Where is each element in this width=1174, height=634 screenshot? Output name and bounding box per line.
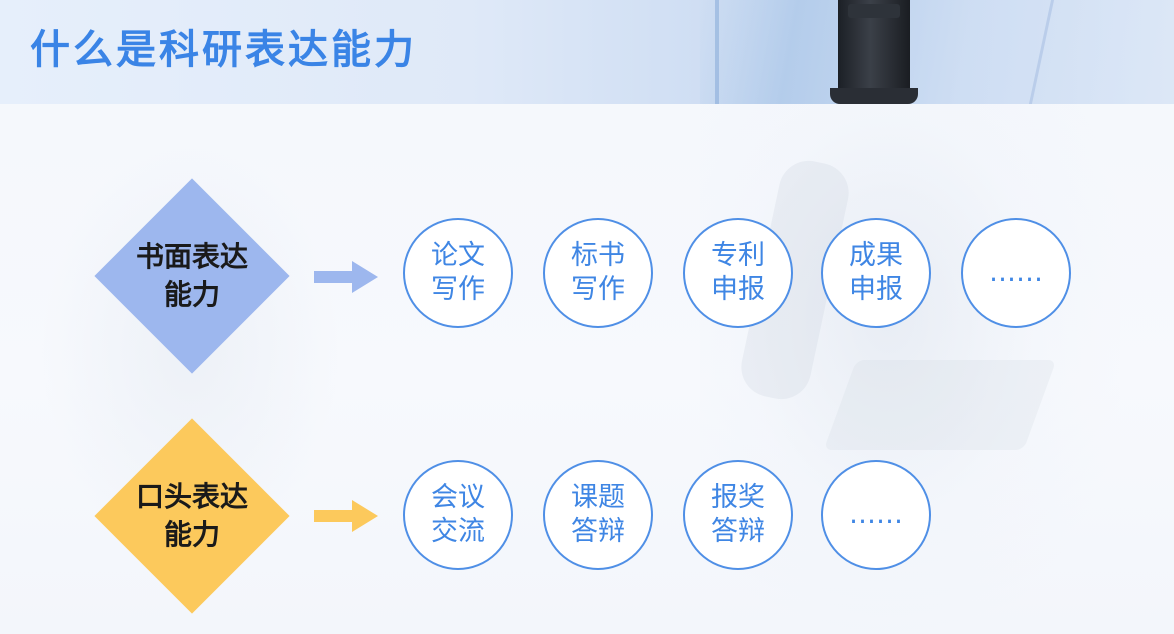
- lab-coat-background: [700, 0, 1174, 104]
- written-item-circle: 论文写作: [403, 218, 513, 328]
- written-expression-text: 书面表达能力: [135, 240, 248, 311]
- oral-item-circle: 课题答辩: [543, 460, 653, 570]
- microscope-eyepiece-ring: [848, 4, 900, 18]
- oral-item-circle: 会议交流: [403, 460, 513, 570]
- written-expression-label: 书面表达能力: [122, 221, 262, 331]
- written-item-ellipsis: ……: [989, 257, 1043, 288]
- arrow-right-icon: [314, 500, 378, 532]
- written-item-circle: 成果申报: [821, 218, 931, 328]
- written-item-circle: 专利申报: [683, 218, 793, 328]
- faded-microscope-stage: [823, 360, 1057, 450]
- lab-coat-fold: [715, 0, 719, 104]
- oral-item-circle: 报奖答辩: [683, 460, 793, 570]
- page-title: 什么是科研表达能力: [30, 27, 417, 73]
- microscope-eyepiece-base: [830, 88, 918, 104]
- oral-item-label: 报奖答辩: [711, 482, 765, 547]
- written-item-label: 论文写作: [431, 240, 485, 305]
- slide: 什么是科研表达能力 书面表达能力 论文写作 标书写作 专利申报 成果申报 …… …: [0, 0, 1174, 634]
- written-item-label: 专利申报: [711, 240, 765, 305]
- written-item-label: 标书写作: [571, 240, 625, 305]
- written-item-label: 成果申报: [849, 240, 903, 305]
- oral-expression-label: 口头表达能力: [122, 461, 262, 571]
- oral-item-ellipsis: ……: [849, 499, 903, 530]
- oral-item-label: 课题答辩: [571, 482, 625, 547]
- written-item-circle: 标书写作: [543, 218, 653, 328]
- oral-item-label: 会议交流: [431, 482, 485, 547]
- arrow-right-icon: [314, 261, 378, 293]
- oral-item-circle: ……: [821, 460, 931, 570]
- written-item-circle: ……: [961, 218, 1071, 328]
- oral-expression-text: 口头表达能力: [135, 480, 248, 551]
